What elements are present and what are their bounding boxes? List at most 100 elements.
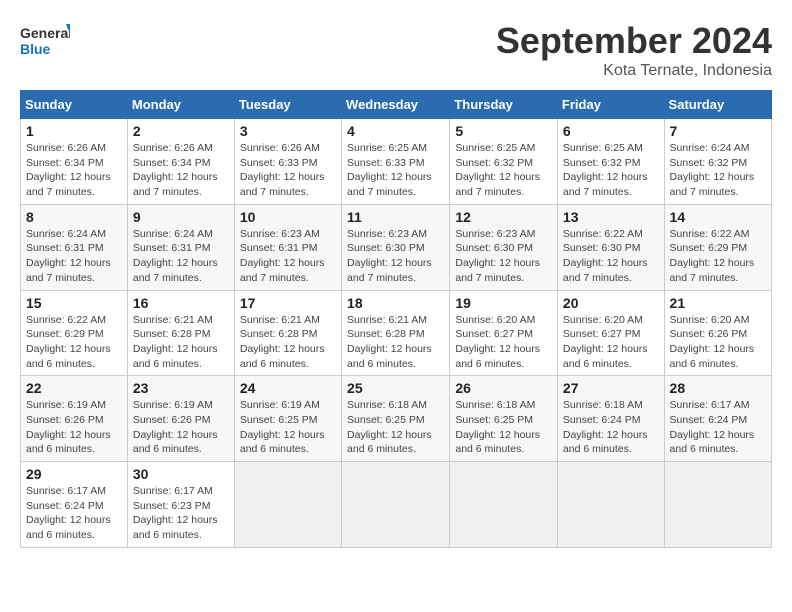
header-sunday: Sunday xyxy=(21,91,128,119)
calendar-cell: 23 Sunrise: 6:19 AM Sunset: 6:26 PM Dayl… xyxy=(127,376,234,462)
day-number: 10 xyxy=(240,209,336,225)
day-number: 9 xyxy=(133,209,229,225)
day-number: 20 xyxy=(563,295,659,311)
day-info: Sunrise: 6:18 AM Sunset: 6:25 PM Dayligh… xyxy=(455,398,552,457)
day-number: 6 xyxy=(563,123,659,139)
calendar-cell: 22 Sunrise: 6:19 AM Sunset: 6:26 PM Dayl… xyxy=(21,376,128,462)
month-title: September 2024 xyxy=(496,20,772,62)
day-number: 4 xyxy=(347,123,444,139)
day-info: Sunrise: 6:25 AM Sunset: 6:32 PM Dayligh… xyxy=(455,141,552,200)
day-info: Sunrise: 6:22 AM Sunset: 6:29 PM Dayligh… xyxy=(670,227,766,286)
day-info: Sunrise: 6:21 AM Sunset: 6:28 PM Dayligh… xyxy=(240,313,336,372)
day-number: 17 xyxy=(240,295,336,311)
calendar-cell: 20 Sunrise: 6:20 AM Sunset: 6:27 PM Dayl… xyxy=(557,290,664,376)
day-info: Sunrise: 6:20 AM Sunset: 6:27 PM Dayligh… xyxy=(455,313,552,372)
calendar-cell: 10 Sunrise: 6:23 AM Sunset: 6:31 PM Dayl… xyxy=(234,204,341,290)
day-number: 22 xyxy=(26,380,122,396)
day-info: Sunrise: 6:19 AM Sunset: 6:26 PM Dayligh… xyxy=(26,398,122,457)
day-info: Sunrise: 6:22 AM Sunset: 6:30 PM Dayligh… xyxy=(563,227,659,286)
day-info: Sunrise: 6:19 AM Sunset: 6:26 PM Dayligh… xyxy=(133,398,229,457)
calendar-cell: 12 Sunrise: 6:23 AM Sunset: 6:30 PM Dayl… xyxy=(450,204,558,290)
day-info: Sunrise: 6:23 AM Sunset: 6:31 PM Dayligh… xyxy=(240,227,336,286)
calendar-cell: 30 Sunrise: 6:17 AM Sunset: 6:23 PM Dayl… xyxy=(127,462,234,548)
page-header: General Blue September 2024 Kota Ternate… xyxy=(20,20,772,80)
location-subtitle: Kota Ternate, Indonesia xyxy=(496,62,772,80)
header-monday: Monday xyxy=(127,91,234,119)
calendar-cell: 21 Sunrise: 6:20 AM Sunset: 6:26 PM Dayl… xyxy=(664,290,771,376)
calendar-cell xyxy=(234,462,341,548)
day-number: 1 xyxy=(26,123,122,139)
calendar-cell: 7 Sunrise: 6:24 AM Sunset: 6:32 PM Dayli… xyxy=(664,119,771,205)
svg-text:General: General xyxy=(20,25,70,41)
calendar-cell xyxy=(664,462,771,548)
calendar-week-row: 1 Sunrise: 6:26 AM Sunset: 6:34 PM Dayli… xyxy=(21,119,772,205)
header-friday: Friday xyxy=(557,91,664,119)
day-number: 23 xyxy=(133,380,229,396)
calendar-cell: 19 Sunrise: 6:20 AM Sunset: 6:27 PM Dayl… xyxy=(450,290,558,376)
day-info: Sunrise: 6:24 AM Sunset: 6:31 PM Dayligh… xyxy=(133,227,229,286)
calendar-cell: 26 Sunrise: 6:18 AM Sunset: 6:25 PM Dayl… xyxy=(450,376,558,462)
day-info: Sunrise: 6:25 AM Sunset: 6:32 PM Dayligh… xyxy=(563,141,659,200)
day-info: Sunrise: 6:23 AM Sunset: 6:30 PM Dayligh… xyxy=(455,227,552,286)
day-number: 29 xyxy=(26,466,122,482)
day-number: 14 xyxy=(670,209,766,225)
calendar-cell: 15 Sunrise: 6:22 AM Sunset: 6:29 PM Dayl… xyxy=(21,290,128,376)
day-info: Sunrise: 6:21 AM Sunset: 6:28 PM Dayligh… xyxy=(133,313,229,372)
calendar-cell: 27 Sunrise: 6:18 AM Sunset: 6:24 PM Dayl… xyxy=(557,376,664,462)
day-info: Sunrise: 6:24 AM Sunset: 6:32 PM Dayligh… xyxy=(670,141,766,200)
day-number: 18 xyxy=(347,295,444,311)
calendar-cell: 6 Sunrise: 6:25 AM Sunset: 6:32 PM Dayli… xyxy=(557,119,664,205)
header-wednesday: Wednesday xyxy=(342,91,450,119)
day-number: 16 xyxy=(133,295,229,311)
day-number: 11 xyxy=(347,209,444,225)
logo-svg: General Blue xyxy=(20,20,70,62)
day-info: Sunrise: 6:25 AM Sunset: 6:33 PM Dayligh… xyxy=(347,141,444,200)
header-saturday: Saturday xyxy=(664,91,771,119)
calendar-cell: 24 Sunrise: 6:19 AM Sunset: 6:25 PM Dayl… xyxy=(234,376,341,462)
day-number: 5 xyxy=(455,123,552,139)
calendar-cell: 11 Sunrise: 6:23 AM Sunset: 6:30 PM Dayl… xyxy=(342,204,450,290)
day-number: 13 xyxy=(563,209,659,225)
day-info: Sunrise: 6:17 AM Sunset: 6:23 PM Dayligh… xyxy=(133,484,229,543)
day-info: Sunrise: 6:23 AM Sunset: 6:30 PM Dayligh… xyxy=(347,227,444,286)
day-info: Sunrise: 6:18 AM Sunset: 6:25 PM Dayligh… xyxy=(347,398,444,457)
calendar-cell: 14 Sunrise: 6:22 AM Sunset: 6:29 PM Dayl… xyxy=(664,204,771,290)
day-number: 28 xyxy=(670,380,766,396)
calendar-cell: 1 Sunrise: 6:26 AM Sunset: 6:34 PM Dayli… xyxy=(21,119,128,205)
calendar-cell: 5 Sunrise: 6:25 AM Sunset: 6:32 PM Dayli… xyxy=(450,119,558,205)
title-block: September 2024 Kota Ternate, Indonesia xyxy=(496,20,772,80)
calendar-week-row: 29 Sunrise: 6:17 AM Sunset: 6:24 PM Dayl… xyxy=(21,462,772,548)
calendar-cell: 25 Sunrise: 6:18 AM Sunset: 6:25 PM Dayl… xyxy=(342,376,450,462)
calendar-cell: 16 Sunrise: 6:21 AM Sunset: 6:28 PM Dayl… xyxy=(127,290,234,376)
day-info: Sunrise: 6:20 AM Sunset: 6:27 PM Dayligh… xyxy=(563,313,659,372)
calendar-cell: 3 Sunrise: 6:26 AM Sunset: 6:33 PM Dayli… xyxy=(234,119,341,205)
day-number: 2 xyxy=(133,123,229,139)
day-info: Sunrise: 6:20 AM Sunset: 6:26 PM Dayligh… xyxy=(670,313,766,372)
day-number: 3 xyxy=(240,123,336,139)
day-info: Sunrise: 6:18 AM Sunset: 6:24 PM Dayligh… xyxy=(563,398,659,457)
day-info: Sunrise: 6:26 AM Sunset: 6:34 PM Dayligh… xyxy=(133,141,229,200)
calendar-table: SundayMondayTuesdayWednesdayThursdayFrid… xyxy=(20,90,772,548)
calendar-cell: 17 Sunrise: 6:21 AM Sunset: 6:28 PM Dayl… xyxy=(234,290,341,376)
day-number: 15 xyxy=(26,295,122,311)
header-tuesday: Tuesday xyxy=(234,91,341,119)
day-number: 12 xyxy=(455,209,552,225)
calendar-cell xyxy=(450,462,558,548)
calendar-cell: 8 Sunrise: 6:24 AM Sunset: 6:31 PM Dayli… xyxy=(21,204,128,290)
day-number: 24 xyxy=(240,380,336,396)
calendar-header-row: SundayMondayTuesdayWednesdayThursdayFrid… xyxy=(21,91,772,119)
day-info: Sunrise: 6:22 AM Sunset: 6:29 PM Dayligh… xyxy=(26,313,122,372)
day-info: Sunrise: 6:24 AM Sunset: 6:31 PM Dayligh… xyxy=(26,227,122,286)
day-info: Sunrise: 6:26 AM Sunset: 6:33 PM Dayligh… xyxy=(240,141,336,200)
calendar-week-row: 22 Sunrise: 6:19 AM Sunset: 6:26 PM Dayl… xyxy=(21,376,772,462)
calendar-cell: 18 Sunrise: 6:21 AM Sunset: 6:28 PM Dayl… xyxy=(342,290,450,376)
day-number: 19 xyxy=(455,295,552,311)
header-thursday: Thursday xyxy=(450,91,558,119)
svg-text:Blue: Blue xyxy=(20,41,51,57)
day-info: Sunrise: 6:26 AM Sunset: 6:34 PM Dayligh… xyxy=(26,141,122,200)
logo: General Blue xyxy=(20,20,70,62)
calendar-cell: 28 Sunrise: 6:17 AM Sunset: 6:24 PM Dayl… xyxy=(664,376,771,462)
day-number: 25 xyxy=(347,380,444,396)
calendar-cell xyxy=(342,462,450,548)
day-info: Sunrise: 6:19 AM Sunset: 6:25 PM Dayligh… xyxy=(240,398,336,457)
